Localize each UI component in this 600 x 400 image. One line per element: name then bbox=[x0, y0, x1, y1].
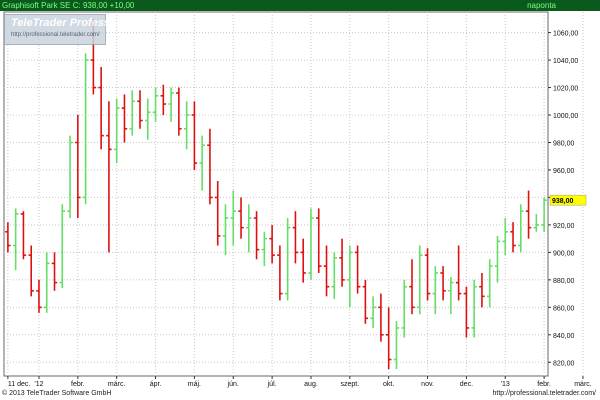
x-tick-label: jún. bbox=[227, 381, 239, 388]
x-tick-label: márc. bbox=[574, 381, 592, 388]
copyright-text: © 2013 TeleTrader Software GmbH bbox=[2, 390, 112, 397]
x-tick-label: '12 bbox=[34, 381, 43, 388]
last-price-label: 938,00 bbox=[552, 198, 574, 205]
x-tick-label: dec. bbox=[460, 381, 473, 388]
footer-url[interactable]: http://professional.teletrader.com/ bbox=[493, 390, 597, 397]
chart-footer: © 2013 TeleTrader Software GmbH http://p… bbox=[0, 389, 600, 400]
y-tick-label: 840,00 bbox=[553, 333, 575, 340]
y-tick-label: 1000,00 bbox=[553, 113, 578, 120]
teletrader-logo: TeleTrader Professional http://professio… bbox=[4, 14, 136, 45]
y-tick-label: 980,00 bbox=[553, 140, 575, 147]
x-tick-label: febr. bbox=[537, 381, 551, 388]
x-tick-label: júl. bbox=[267, 381, 277, 388]
y-tick-label: 1040,00 bbox=[553, 58, 578, 65]
logo-name: TeleTrader Professional bbox=[11, 17, 136, 29]
chart-window: Graphisoft Park SE C: 938,00 +10,00 napo… bbox=[0, 0, 600, 400]
y-tick-label: 1060,00 bbox=[553, 31, 578, 38]
x-tick-label: nov. bbox=[421, 381, 434, 388]
x-tick-label: ápr. bbox=[150, 381, 162, 388]
y-tick-label: 880,00 bbox=[553, 278, 575, 285]
y-tick-label: 900,00 bbox=[553, 250, 575, 257]
x-tick-label: febr. bbox=[71, 381, 85, 388]
ohlc-chart[interactable]: 820,00840,00860,00880,00900,00920,00940,… bbox=[0, 0, 600, 389]
logo-url: http://professional.teletrader.com/ bbox=[11, 32, 100, 38]
x-tick-label: márc. bbox=[108, 381, 126, 388]
x-tick-label: aug. bbox=[304, 381, 318, 388]
x-tick-label: szept. bbox=[340, 381, 359, 388]
y-tick-label: 860,00 bbox=[553, 305, 575, 312]
x-tick-label: máj. bbox=[188, 381, 201, 388]
x-tick-label: 11 dec. bbox=[8, 381, 30, 388]
y-tick-label: 1020,00 bbox=[553, 86, 578, 93]
x-tick-label: okt. bbox=[383, 381, 394, 388]
y-tick-label: 920,00 bbox=[553, 223, 575, 230]
y-tick-label: 820,00 bbox=[553, 360, 575, 367]
x-tick-label: '13 bbox=[501, 381, 510, 388]
y-tick-label: 960,00 bbox=[553, 168, 575, 175]
